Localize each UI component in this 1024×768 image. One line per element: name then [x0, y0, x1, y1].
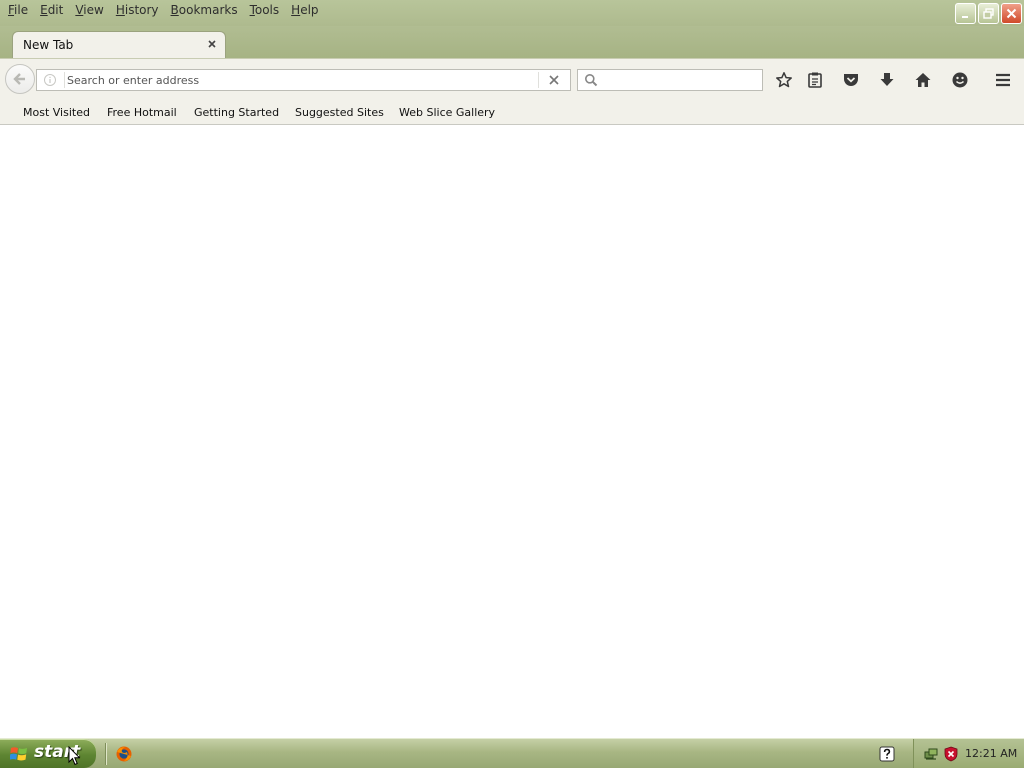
- reading-list-icon: [808, 72, 822, 88]
- downloads-button[interactable]: [877, 70, 897, 90]
- smiley-icon: [952, 72, 968, 88]
- menu-bookmarks[interactable]: Bookmarks: [165, 2, 244, 20]
- bookmark-free-hotmail[interactable]: Free Hotmail: [107, 106, 177, 119]
- address-input[interactable]: [67, 70, 527, 90]
- divider: [538, 72, 539, 88]
- address-bar[interactable]: [36, 69, 571, 91]
- menu-bar: File Edit View History Bookmarks Tools H…: [2, 2, 325, 20]
- tab-new-tab[interactable]: New Tab: [12, 31, 226, 58]
- back-button[interactable]: [5, 64, 35, 94]
- restore-icon: [983, 8, 994, 19]
- navigation-toolbar: [0, 58, 1024, 100]
- menu-edit[interactable]: Edit: [34, 2, 69, 20]
- title-bar: File Edit View History Bookmarks Tools H…: [0, 0, 1024, 26]
- tab-title: New Tab: [23, 38, 74, 52]
- network-icon[interactable]: [923, 746, 939, 762]
- firefox-icon[interactable]: [115, 745, 133, 763]
- bookmarks-toolbar: Most Visited Free Hotmail Getting Starte…: [0, 100, 1024, 125]
- menu-help[interactable]: Help: [285, 2, 324, 20]
- menu-tools[interactable]: Tools: [244, 2, 286, 20]
- security-shield-icon[interactable]: [943, 746, 959, 762]
- restore-button[interactable]: [978, 3, 999, 24]
- system-tray: 12:21 AM: [913, 739, 1024, 768]
- reading-list-button[interactable]: [805, 70, 825, 90]
- download-icon: [880, 73, 894, 86]
- page-content[interactable]: [0, 125, 1024, 738]
- bookmark-star-button[interactable]: [774, 70, 794, 90]
- minimize-button[interactable]: [955, 3, 976, 24]
- windows-logo-icon: [10, 747, 27, 761]
- close-icon: [1006, 8, 1017, 19]
- info-icon[interactable]: [43, 73, 57, 87]
- home-icon: [915, 73, 931, 87]
- menu-view[interactable]: View: [69, 2, 109, 20]
- bookmark-getting-started[interactable]: Getting Started: [194, 106, 279, 119]
- back-arrow-icon: [13, 73, 25, 85]
- clock: 12:21 AM: [965, 747, 1018, 760]
- help-icon[interactable]: [879, 746, 895, 762]
- quick-launch-divider: [105, 743, 107, 765]
- search-icon: [585, 74, 598, 87]
- home-button[interactable]: [913, 70, 933, 90]
- minimize-icon: [962, 16, 968, 18]
- close-window-button[interactable]: [1001, 3, 1022, 24]
- menu-icon: [996, 73, 1010, 87]
- menu-file[interactable]: File: [2, 2, 34, 20]
- search-input[interactable]: [604, 70, 758, 92]
- star-icon: [776, 72, 792, 88]
- divider: [64, 72, 65, 88]
- clear-icon[interactable]: [547, 73, 561, 87]
- tab-close-icon[interactable]: [205, 37, 219, 51]
- menu-history[interactable]: History: [110, 2, 165, 20]
- bookmark-suggested-sites[interactable]: Suggested Sites: [295, 106, 384, 119]
- hello-button[interactable]: [950, 70, 970, 90]
- pocket-button[interactable]: [841, 70, 861, 90]
- search-bar[interactable]: [577, 69, 763, 92]
- taskbar: start 12:21 AM: [0, 738, 1024, 768]
- open-menu-button[interactable]: [993, 70, 1013, 90]
- mouse-cursor-icon: [68, 746, 80, 766]
- pocket-icon: [844, 74, 858, 86]
- bookmark-most-visited[interactable]: Most Visited: [23, 106, 90, 119]
- tab-strip: New Tab: [0, 26, 1024, 58]
- bookmark-web-slice-gallery[interactable]: Web Slice Gallery: [399, 106, 495, 119]
- start-button[interactable]: start: [0, 739, 96, 768]
